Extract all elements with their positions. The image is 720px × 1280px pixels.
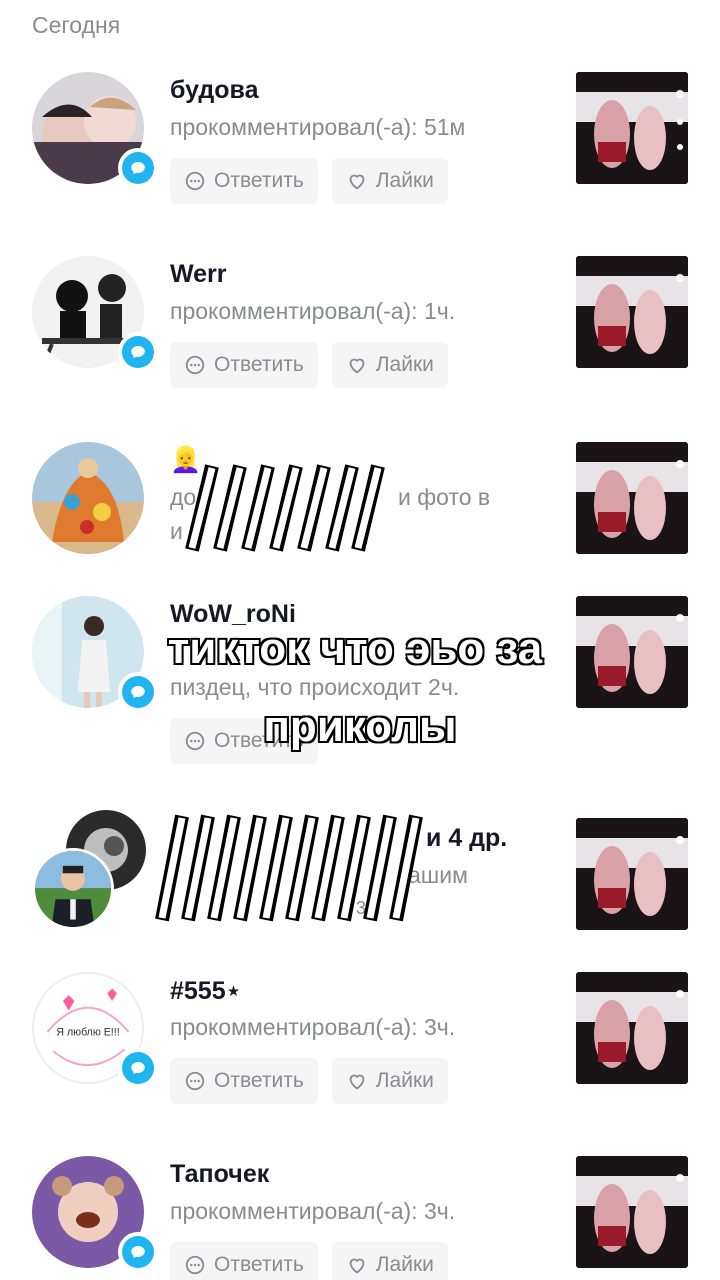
like-button[interactable]: Лайки bbox=[331, 1058, 448, 1104]
row-text: прокомментировал(-а): 3ч. bbox=[170, 1014, 456, 1040]
like-button[interactable]: Лайки bbox=[331, 158, 448, 204]
video-thumbnail[interactable] bbox=[576, 72, 688, 184]
row-username[interactable]: Werr bbox=[170, 260, 227, 289]
like-label: Лайки bbox=[375, 1069, 434, 1092]
avatar[interactable] bbox=[32, 1156, 158, 1272]
comment-icon bbox=[185, 355, 205, 375]
like-button[interactable]: Лайки bbox=[331, 342, 448, 388]
like-button[interactable]: Лайки bbox=[331, 1242, 448, 1280]
video-thumbnail[interactable] bbox=[576, 442, 688, 554]
comment-icon bbox=[185, 171, 205, 191]
comment-badge-icon bbox=[118, 1232, 158, 1272]
reply-label: Ответить bbox=[214, 169, 304, 192]
section-header: Сегодня bbox=[32, 12, 121, 38]
avatar[interactable]: Я люблю Е!!! bbox=[32, 972, 158, 1088]
caption-line-2: приколы bbox=[262, 701, 458, 753]
heart-icon bbox=[349, 358, 365, 374]
row-text-right: и фото в bbox=[398, 484, 491, 510]
heart-icon bbox=[349, 1258, 365, 1274]
group-avatar[interactable] bbox=[32, 810, 146, 930]
comment-icon bbox=[185, 731, 205, 751]
video-thumbnail[interactable] bbox=[576, 972, 688, 1084]
row-text: пиздец, что происходит 2ч. bbox=[170, 674, 460, 700]
avatar[interactable] bbox=[32, 442, 144, 554]
slash-scribble-overlay bbox=[185, 464, 385, 552]
video-thumbnail[interactable] bbox=[576, 1156, 688, 1268]
svg-text:Я люблю Е!!!: Я люблю Е!!! bbox=[56, 1027, 119, 1039]
comment-badge-icon bbox=[118, 148, 158, 188]
row-text: прокомментировал(-а): 51м bbox=[170, 114, 466, 140]
notification-row[interactable]: Werr прокомментировал(-а): 1ч. Ответить … bbox=[0, 256, 720, 406]
comment-badge-icon bbox=[118, 1048, 158, 1088]
row-text: прокомментировал(-а): 1ч. bbox=[170, 298, 456, 324]
reply-label: Ответить bbox=[214, 1069, 304, 1092]
like-label: Лайки bbox=[375, 353, 434, 376]
row-username[interactable]: Тапочек bbox=[170, 1160, 269, 1189]
row-username[interactable]: #555⋆ bbox=[170, 976, 241, 1006]
reply-button[interactable]: Ответить bbox=[170, 158, 318, 204]
heart-icon bbox=[349, 174, 365, 190]
slash-scribble-overlay bbox=[155, 814, 423, 922]
avatar[interactable] bbox=[32, 256, 158, 372]
video-thumbnail[interactable] bbox=[576, 818, 688, 930]
reply-label: Ответить bbox=[214, 1253, 304, 1276]
reply-button[interactable]: Ответить bbox=[170, 1058, 318, 1104]
notification-row[interactable]: Тапочек прокомментировал(-а): 3ч. Ответи… bbox=[0, 1156, 720, 1280]
comment-icon bbox=[185, 1071, 205, 1091]
comment-badge-icon bbox=[118, 672, 158, 712]
reply-button[interactable]: Ответить bbox=[170, 1242, 318, 1280]
heart-icon bbox=[349, 1074, 365, 1090]
avatar[interactable] bbox=[32, 72, 158, 188]
row-username-suffix[interactable]: и 4 др. bbox=[426, 824, 507, 853]
comment-icon bbox=[185, 1255, 205, 1275]
video-thumbnail[interactable] bbox=[576, 256, 688, 368]
notification-row[interactable]: Я люблю Е!!! #555⋆ прокомментировал(-а):… bbox=[0, 972, 720, 1122]
caption-line-1: тикток что эьо за bbox=[166, 623, 544, 675]
like-label: Лайки bbox=[375, 169, 434, 192]
notification-row[interactable]: будова прокомментировал(-а): 51м Ответит… bbox=[0, 72, 720, 222]
row-text: прокомментировал(-а): 3ч. bbox=[170, 1198, 456, 1224]
reply-label: Ответить bbox=[214, 353, 304, 376]
like-label: Лайки bbox=[375, 1253, 434, 1276]
avatar-image bbox=[32, 848, 114, 930]
avatar-image bbox=[32, 442, 144, 554]
row-username[interactable]: будова bbox=[170, 76, 258, 105]
reply-button[interactable]: Ответить bbox=[170, 342, 318, 388]
video-thumbnail[interactable] bbox=[576, 596, 688, 708]
comment-badge-icon bbox=[118, 332, 158, 372]
